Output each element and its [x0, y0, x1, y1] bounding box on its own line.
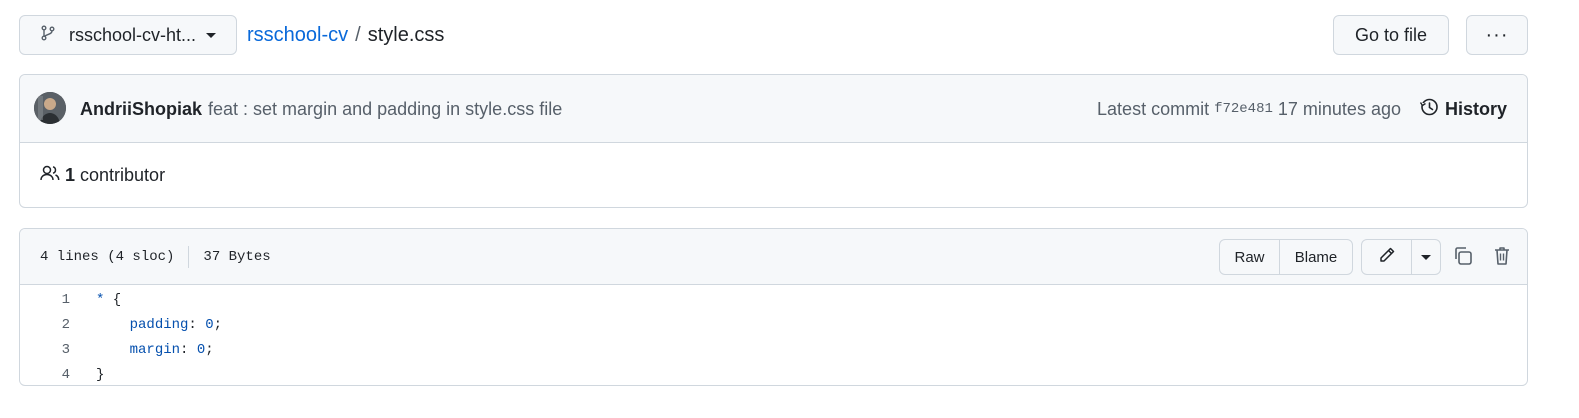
breadcrumb-repo-link[interactable]: rsschool-cv [247, 24, 348, 47]
copy-icon[interactable] [1452, 245, 1474, 272]
chevron-down-icon [1421, 254, 1431, 260]
line-number[interactable]: 3 [20, 342, 70, 358]
line-number[interactable]: 1 [20, 292, 70, 308]
more-options-button[interactable]: ··· [1466, 15, 1528, 55]
history-label: History [1444, 98, 1507, 119]
line-content: * { [96, 291, 122, 308]
chevron-down-icon [206, 33, 216, 38]
code-line: 1 * { [20, 287, 1527, 312]
commit-summary: AndriiShopiak feat : set margin and padd… [80, 75, 562, 143]
code-line: 2 padding: 0; [20, 312, 1527, 337]
contributor-count: 1 [65, 164, 76, 185]
latest-commit-label: Latest commit [1097, 98, 1210, 119]
edit-file-button[interactable] [1362, 240, 1412, 274]
commit-panel: AndriiShopiak feat : set margin and padd… [19, 74, 1528, 208]
line-content: } [96, 366, 105, 383]
trash-icon[interactable] [1492, 245, 1512, 272]
breadcrumb-separator: / [355, 23, 361, 46]
git-branch-icon [40, 25, 69, 46]
code-line: 4 } [20, 362, 1527, 385]
commit-message-link[interactable]: feat : set margin and padding in style.c… [208, 99, 562, 120]
file-header: 4 lines (4 sloc) 37 Bytes Raw Blame [20, 229, 1527, 285]
code-body: 1 * { 2 padding: 0; 3 margin: 0; 4 } [20, 285, 1527, 385]
people-icon [40, 164, 65, 187]
line-content: padding: 0; [129, 316, 223, 333]
file-info: 4 lines (4 sloc) 37 Bytes [40, 229, 271, 285]
commit-author-link[interactable]: AndriiShopiak [80, 99, 202, 120]
commit-meta: Latest commit f72e481 17 minutes ago His… [1097, 75, 1507, 143]
branch-selector-button[interactable]: rsschool-cv-ht... [19, 15, 237, 55]
line-content: margin: 0; [129, 341, 214, 358]
history-link[interactable]: History [1419, 97, 1507, 122]
pencil-icon [1377, 245, 1397, 270]
raw-blame-group: Raw Blame [1219, 239, 1353, 275]
contributors-row[interactable]: 1 contributor [20, 143, 1527, 207]
avatar[interactable] [34, 92, 66, 124]
edit-group [1361, 239, 1441, 275]
edit-dropdown-button[interactable] [1412, 240, 1440, 274]
file-viewer: 4 lines (4 sloc) 37 Bytes Raw Blame 1 * … [19, 228, 1528, 386]
contributor-label: contributor [80, 164, 166, 185]
blame-button[interactable]: Blame [1280, 240, 1352, 274]
go-to-file-button[interactable]: Go to file [1333, 15, 1449, 55]
history-icon [1419, 97, 1445, 122]
commit-sha-link[interactable]: f72e481 [1214, 101, 1273, 117]
divider [188, 246, 190, 268]
code-line: 3 margin: 0; [20, 337, 1527, 362]
latest-commit-row: AndriiShopiak feat : set margin and padd… [20, 75, 1527, 143]
line-number[interactable]: 2 [20, 317, 70, 333]
commit-time: 17 minutes ago [1277, 98, 1401, 119]
breadcrumb-file-name: style.css [367, 23, 445, 46]
raw-button[interactable]: Raw [1220, 240, 1280, 274]
file-line-count: 4 lines (4 sloc) [40, 249, 175, 265]
file-size: 37 Bytes [203, 249, 271, 265]
breadcrumb: rsschool-cv / style.css [247, 15, 444, 55]
file-navigation: rsschool-cv-ht... rsschool-cv / style.cs… [19, 15, 1528, 55]
branch-name: rsschool-cv-ht... [69, 24, 197, 45]
line-number[interactable]: 4 [20, 367, 70, 383]
